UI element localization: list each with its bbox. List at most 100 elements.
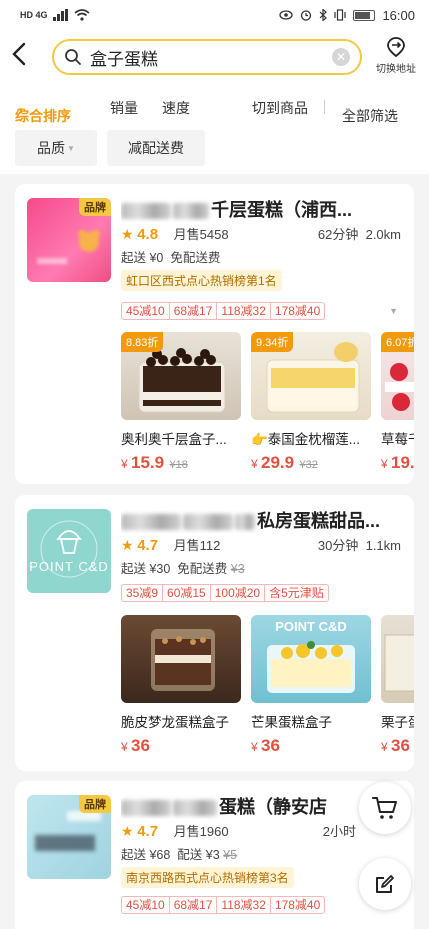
product-price: ¥ 36: [121, 736, 150, 755]
distance: 1.1km: [365, 538, 401, 553]
original-delivery-fee: ¥5: [223, 848, 238, 862]
promo-tags: 45减10 68减17 118减32 178减40: [121, 302, 326, 320]
chestnut-cake-image: [384, 634, 414, 692]
promo-tag: 118减32: [217, 897, 271, 913]
delivery-time: 2小时: [322, 824, 356, 839]
delivery-time: 30分钟: [317, 538, 359, 553]
shop-card[interactable]: POINT C&D 私房蛋糕甜品... ★ 4.7 月售112 30分钟 1.1…: [15, 495, 414, 771]
monthly-sales: 月售5458: [173, 227, 229, 242]
delivery-eta: 30分钟 1.1km: [318, 535, 401, 554]
promo-tag: 178减40: [274, 304, 321, 318]
product-item[interactable]: 栗子蛋 ¥ 36: [381, 615, 414, 756]
promo-tag: 60减15: [163, 585, 211, 601]
shop-rating: 4.7: [137, 537, 159, 554]
switch-address-button[interactable]: 切换地址: [370, 36, 422, 75]
star-icon: ★: [121, 537, 134, 553]
edit-note-icon: [376, 875, 394, 893]
shop-card[interactable]: 品牌 蛋糕（静安店 ★ 4.7 月售1960 2小时 起送 ¥68 配送 ¥3 …: [15, 781, 414, 929]
censored-text: [183, 514, 233, 531]
shop-logo: 品牌: [27, 198, 111, 282]
status-bar: HD 4G 16:00: [0, 0, 429, 30]
delivery-info: 起送 ¥30 免配送费 ¥3: [121, 558, 245, 577]
cupcake-logo-icon: [40, 520, 98, 578]
filter-row: 品质 ▼ 减配送费: [0, 124, 429, 174]
price-value: 36: [131, 736, 150, 755]
product-image: 8.83折: [121, 332, 241, 420]
promo-tag: 68减17: [170, 303, 218, 319]
product-name: 👉泰国金枕榴莲...: [251, 432, 361, 447]
promo-tag: 118减32: [217, 303, 271, 319]
wifi-icon: [73, 9, 90, 21]
cart-button[interactable]: [359, 782, 411, 834]
expand-promos-icon[interactable]: ▼: [389, 306, 398, 316]
product-image: 6.07折: [381, 332, 414, 420]
vibrate-icon: [334, 9, 347, 21]
delivery-info: 起送 ¥68 配送 ¥3 ¥5: [121, 844, 237, 863]
chevron-left-icon: [12, 42, 26, 66]
product-item[interactable]: 8.83折 奥利奥千层盒子... ¥ 15.9 ¥18: [121, 332, 241, 473]
product-item[interactable]: 9.34折 👉泰国金枕榴莲... ¥ 29.9 ¥32: [251, 332, 371, 473]
cart-icon: [372, 797, 397, 819]
search-query: 盒子蛋糕: [90, 49, 158, 69]
shop-name: 千层蛋糕（浦西...: [121, 196, 401, 222]
promo-tags: 35减9 60减15 100减20 含5元津贴: [121, 584, 329, 602]
censored-text: [173, 800, 217, 817]
shop-name: 私房蛋糕甜品...: [121, 507, 401, 533]
shop-rating-row: ★ 4.8 月售5458 62分钟 2.0km: [121, 224, 401, 243]
product-price: ¥ 29.9 ¥32: [251, 453, 318, 472]
eye-icon: [279, 10, 294, 20]
alarm-icon: [301, 10, 312, 21]
original-delivery-fee: ¥3: [230, 562, 245, 576]
min-order: 起送 ¥68: [121, 848, 171, 862]
sort-sales[interactable]: 销量: [110, 98, 138, 118]
search-icon: [65, 49, 81, 65]
price-value: 36: [261, 736, 280, 755]
product-item[interactable]: 脆皮梦龙蛋糕盒子 ¥ 36: [121, 615, 241, 756]
promo-tags: 45减10 68减17 118减32 178减40: [121, 896, 326, 914]
shop-rating-row: ★ 4.7 月售1960 2小时: [121, 821, 356, 840]
censored-text: [121, 203, 171, 220]
feedback-button[interactable]: [359, 858, 411, 910]
star-icon: ★: [121, 226, 134, 242]
min-order: 起送 ¥0: [121, 251, 164, 265]
filter-quality-label: 品质: [37, 140, 66, 156]
promo-tag: 178减40: [274, 898, 321, 912]
delivery-fee: 免配送费: [170, 251, 221, 265]
product-image: 9.34折: [251, 332, 371, 420]
product-item[interactable]: 6.07折 草莓千 ¥ 19.: [381, 332, 414, 473]
product-carousel: 8.83折 奥利奥千层盒子... ¥ 15.9 ¥18 9.34折 👉泰国金枕榴…: [121, 332, 414, 484]
censored-text: [235, 514, 255, 531]
clear-search-icon[interactable]: ✕: [332, 48, 350, 66]
switch-to-products[interactable]: 切到商品: [252, 98, 308, 118]
network-label: HD 4G: [20, 10, 48, 20]
price-value: 29.9: [261, 453, 295, 472]
original-price: ¥32: [299, 459, 318, 471]
product-name: 脆皮梦龙蛋糕盒子: [121, 715, 229, 730]
delivery-eta: 62分钟 2.0km: [318, 224, 401, 243]
shop-card[interactable]: 品牌 千层蛋糕（浦西... ★ 4.8 月售5458 62分钟 2.0km 起送…: [15, 184, 414, 484]
censored-text: [121, 800, 171, 817]
promo-tag: 100减20: [211, 585, 266, 601]
filter-reduced-delivery-label: 减配送费: [128, 140, 184, 156]
search-input[interactable]: 盒子蛋糕 ✕: [52, 39, 362, 75]
price-value: 19.: [391, 453, 414, 472]
status-right: 16:00: [279, 8, 415, 23]
shop-logo-text: POINT C&D: [29, 559, 109, 574]
product-image: [381, 615, 414, 703]
back-button[interactable]: [10, 42, 34, 72]
product-price: ¥ 36: [381, 736, 410, 755]
caret-down-icon: ▼: [17, 106, 25, 115]
delivery-fee: 配送 ¥3: [177, 848, 220, 862]
min-order: 起送 ¥30: [121, 562, 171, 576]
sort-speed[interactable]: 速度: [162, 98, 190, 118]
filter-quality[interactable]: 品质 ▼: [15, 130, 97, 166]
shop-logo: POINT C&D: [27, 509, 111, 593]
product-item[interactable]: POINT C&D 芒果蛋糕盒子 ¥ 36: [251, 615, 371, 756]
star-icon: ★: [121, 823, 134, 839]
price-value: 36: [391, 736, 410, 755]
discount-badge: 9.34折: [251, 332, 294, 352]
product-image: [121, 615, 241, 703]
rank-tag: 虹口区西式点心热销榜第1名: [121, 270, 282, 291]
shop-rating: 4.8: [137, 226, 159, 243]
filter-reduced-delivery[interactable]: 减配送费: [107, 130, 205, 166]
